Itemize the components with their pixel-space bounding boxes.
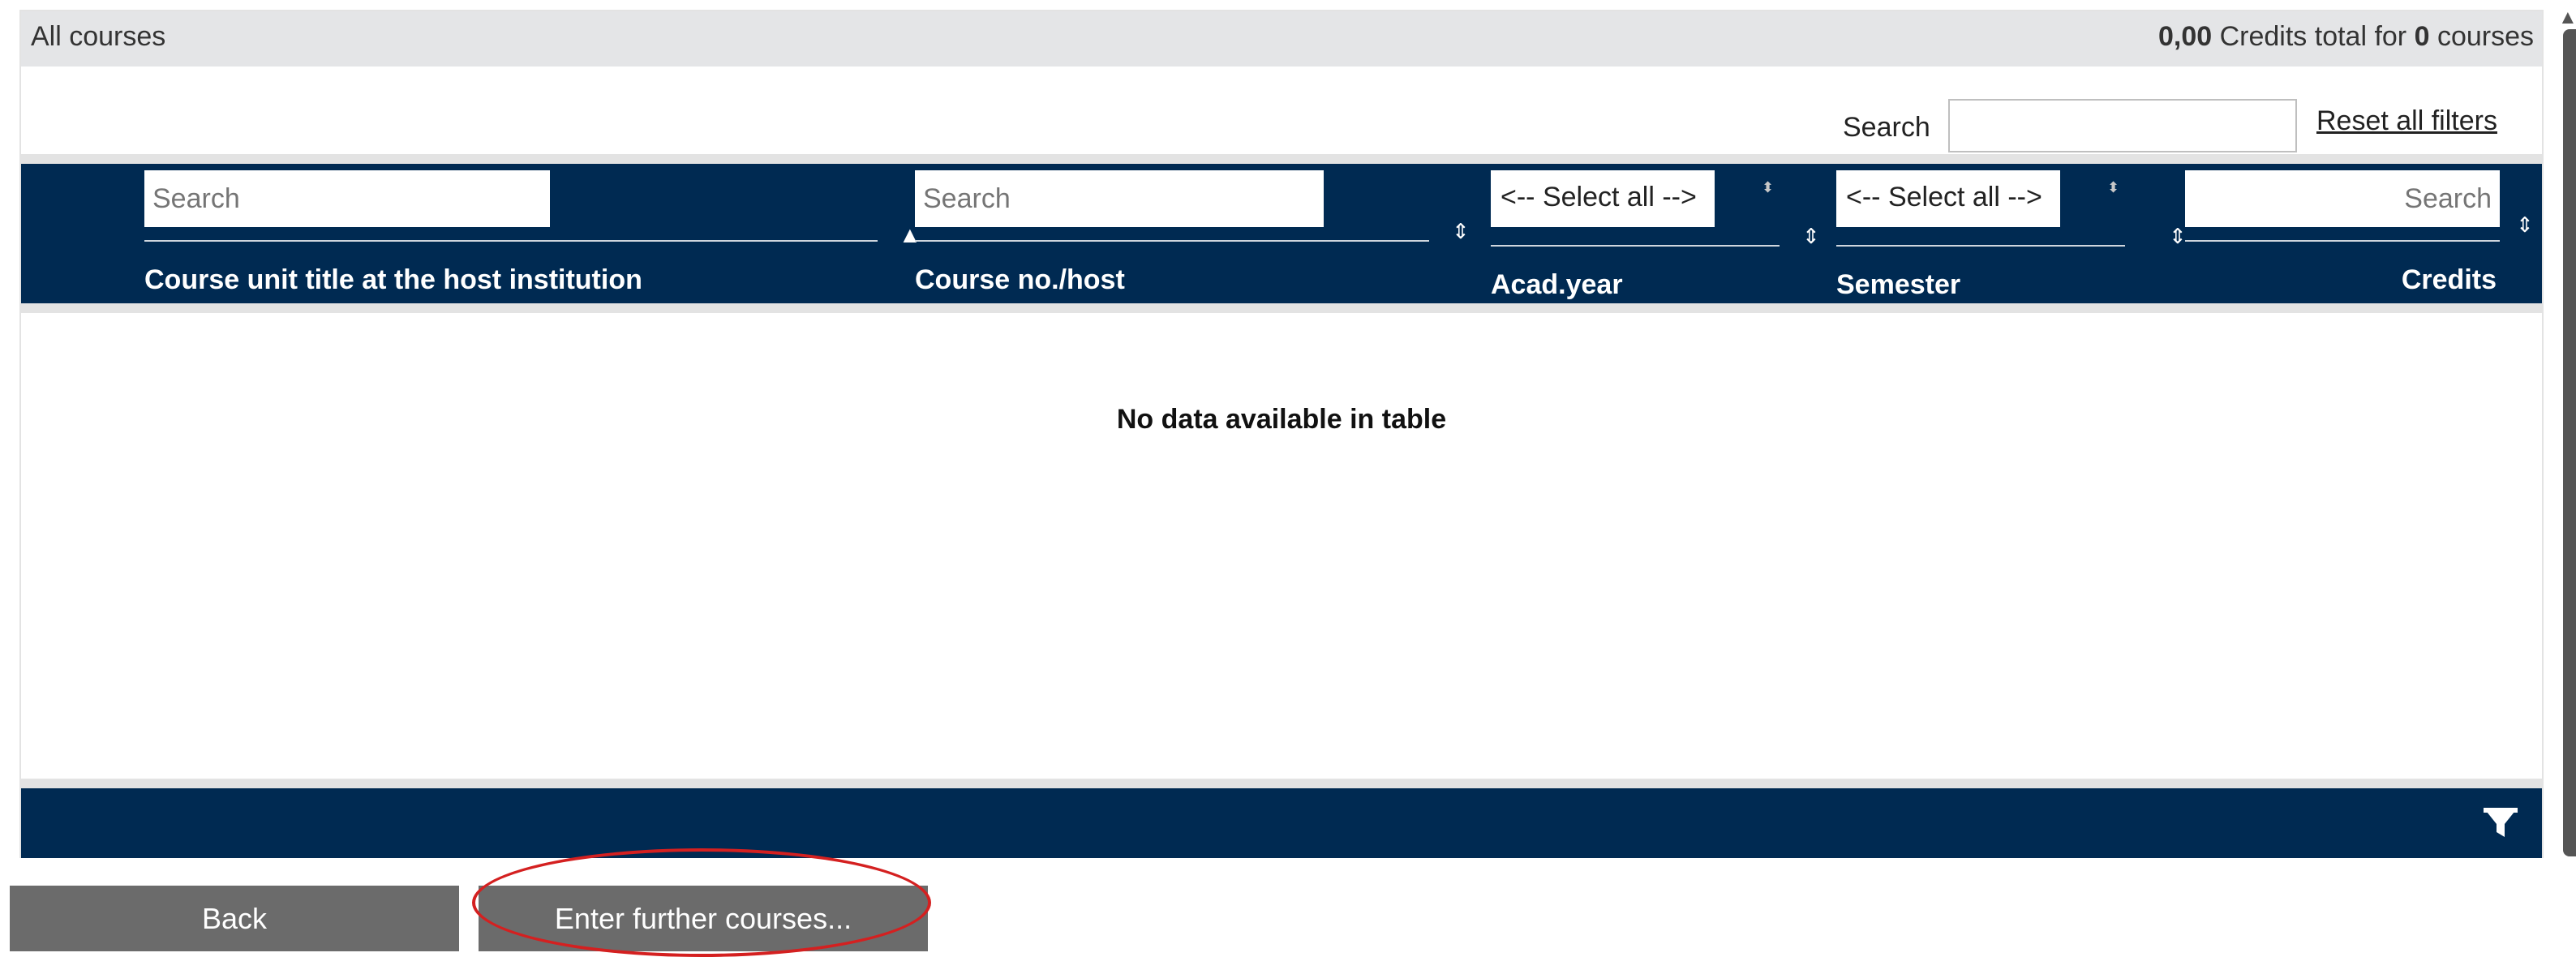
column-header-semester[interactable]: Semester (1836, 269, 1960, 301)
courses-panel: All courses 0,00 Credits total for 0 cou… (19, 10, 2544, 858)
table-header: Course unit title at the host institutio… (21, 154, 2542, 313)
credits-filter-input[interactable] (2185, 170, 2500, 227)
sort-both-icon[interactable]: ⇕ (1802, 225, 1820, 247)
scroll-up-arrow-icon[interactable]: ▲ (2558, 6, 2576, 29)
enter-further-courses-button[interactable]: Enter further courses... (479, 886, 928, 951)
sort-both-icon[interactable]: ⇕ (2169, 225, 2187, 247)
acad-year-select[interactable]: <-- Select all --> (1491, 170, 1715, 227)
course-title-filter-input[interactable] (144, 170, 550, 227)
filter-funnel-icon[interactable] (2482, 805, 2519, 842)
course-no-filter-input[interactable] (915, 170, 1324, 227)
sort-both-icon[interactable]: ⇕ (2516, 214, 2534, 235)
course-count-value: 0 (2414, 21, 2430, 52)
column-course-title: Course unit title at the host institutio… (144, 164, 921, 303)
credits-total-text: Credits total for (2212, 21, 2415, 52)
reset-all-filters-link[interactable]: Reset all filters (2316, 105, 2497, 137)
semester-select[interactable]: <-- Select all --> (1836, 170, 2060, 227)
column-header-acad-year[interactable]: Acad.year (1491, 269, 1623, 301)
global-search-input[interactable] (1948, 99, 2297, 152)
global-search-label: Search (1843, 112, 1930, 143)
column-header-course-no[interactable]: Course no./host (915, 264, 1125, 296)
vertical-scrollbar[interactable] (2563, 29, 2576, 856)
semester-select-value: <-- Select all --> (1846, 182, 2042, 212)
column-header-credits[interactable]: Credits (2402, 264, 2497, 296)
select-arrows-icon: ⬍ (2107, 179, 2120, 195)
filter-underline (1836, 245, 2125, 247)
empty-table-message: No data available in table (1116, 404, 1447, 435)
course-count-text: courses (2429, 21, 2534, 52)
select-arrows-icon: ⬍ (1762, 179, 1775, 195)
sort-both-icon[interactable]: ⇕ (1452, 221, 1470, 242)
credits-summary: 0,00 Credits total for 0 courses (2158, 21, 2534, 53)
table-footer (21, 779, 2542, 858)
global-search-row: Search Reset all filters (21, 68, 2542, 156)
panel-title: All courses (31, 21, 166, 52)
filter-underline (2185, 240, 2500, 242)
back-button[interactable]: Back (10, 886, 459, 951)
table-body: No data available in table (21, 313, 2542, 779)
panel-header: All courses 0,00 Credits total for 0 cou… (21, 11, 2542, 67)
acad-year-select-value: <-- Select all --> (1501, 182, 1697, 212)
column-credits: Credits ⇕ (2185, 164, 2539, 303)
filter-underline (1491, 245, 1780, 247)
filter-underline (915, 240, 1429, 242)
column-semester: <-- Select all --> ⬍ Semester ⇕ (1836, 164, 2187, 303)
column-acad-year: <-- Select all --> ⬍ Acad.year ⇕ (1491, 164, 1831, 303)
column-header-course-title[interactable]: Course unit title at the host institutio… (144, 264, 642, 296)
filter-underline (144, 240, 878, 242)
column-course-no: Course no./host ⇕ (915, 164, 1483, 303)
credits-total-value: 0,00 (2157, 21, 2213, 52)
